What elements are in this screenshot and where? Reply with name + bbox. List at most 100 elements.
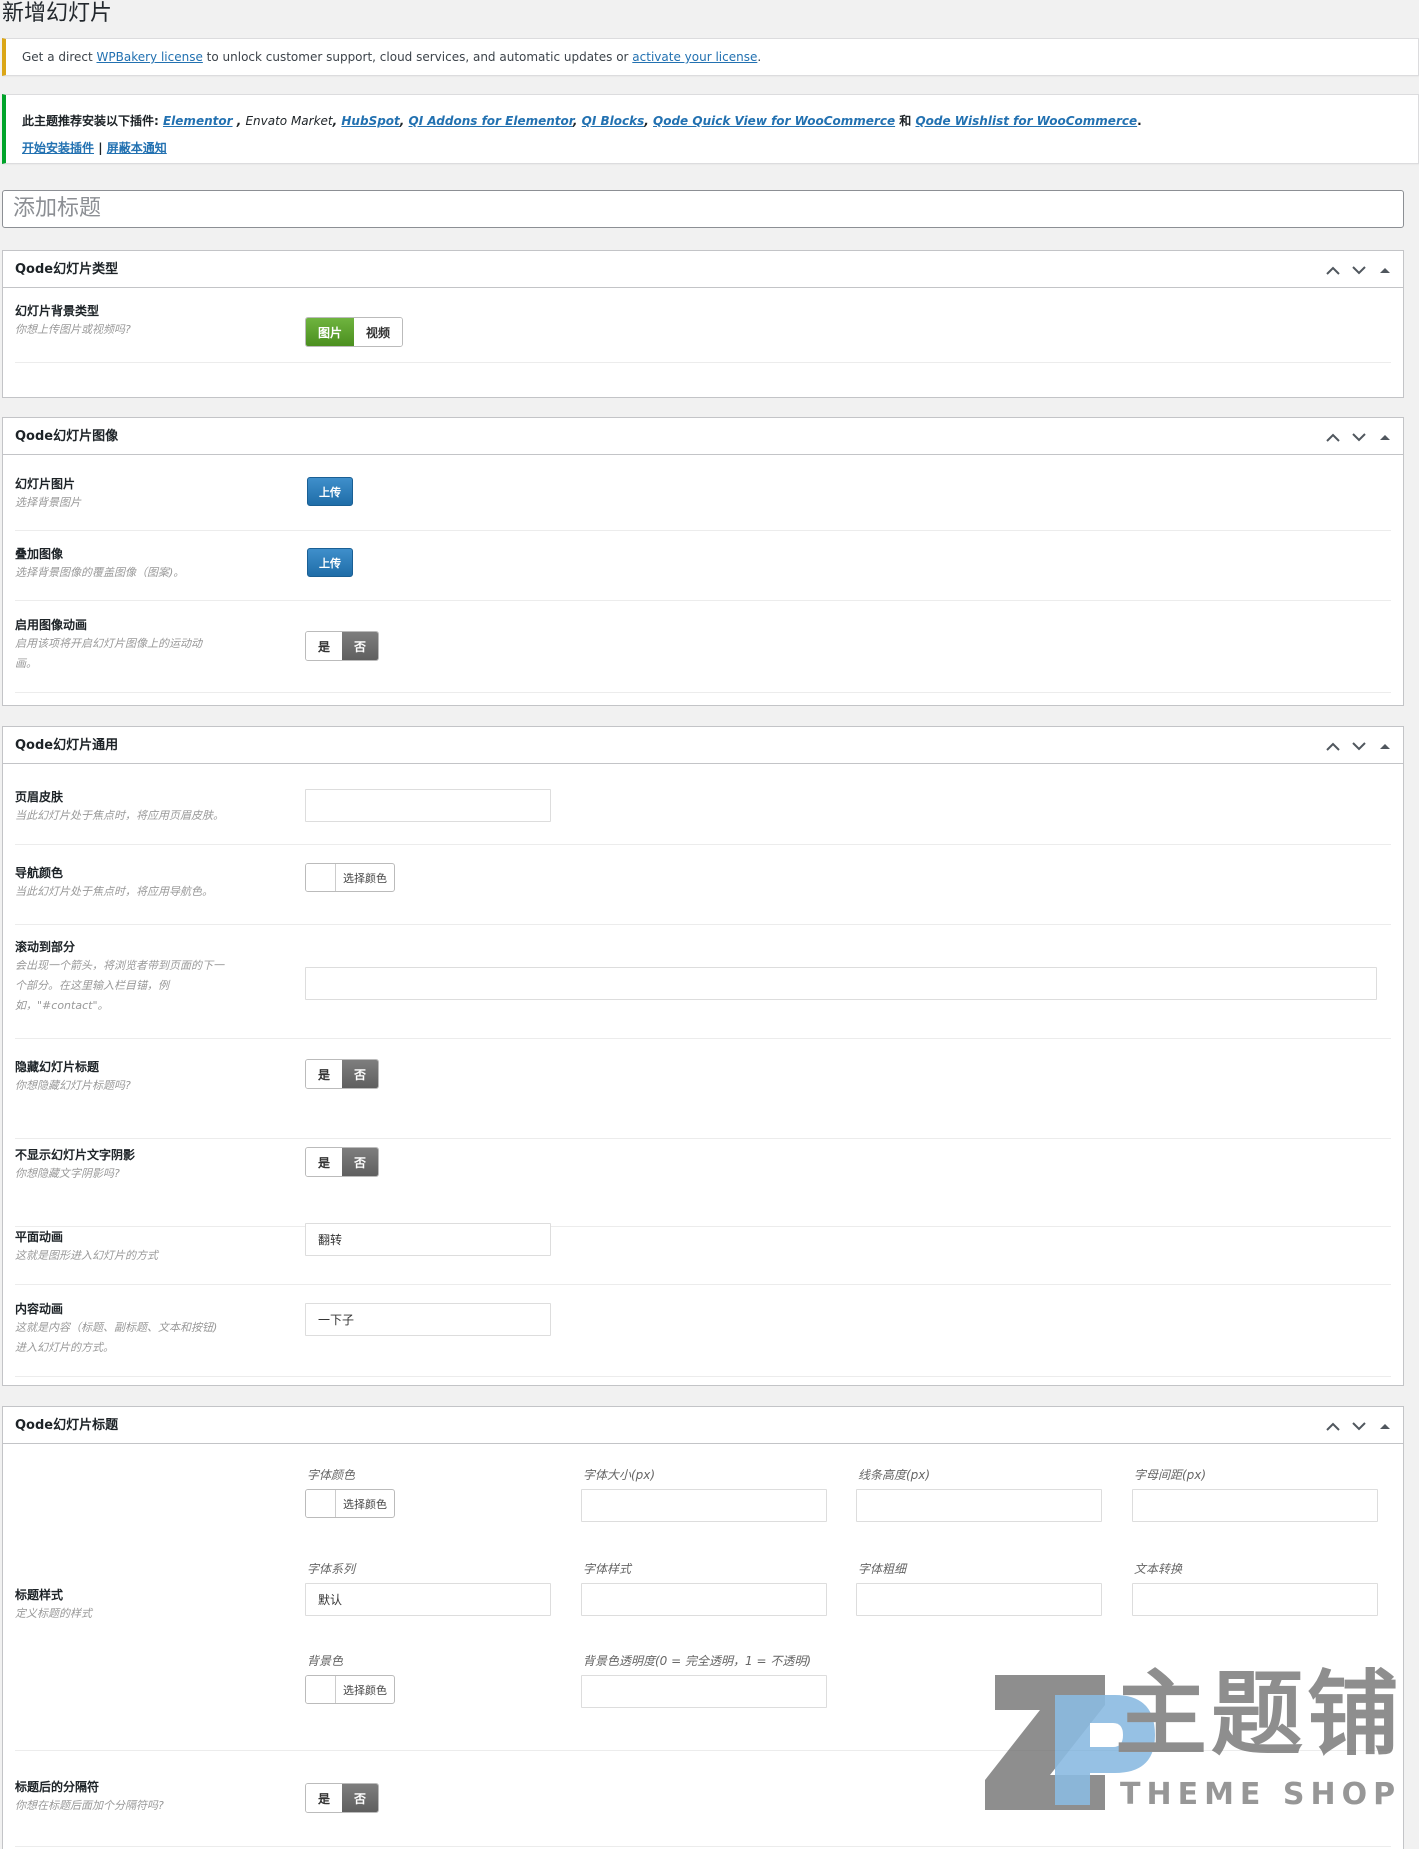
plugin-link-quick-view[interactable]: Qode Quick View for WooCommerce xyxy=(653,114,895,128)
image-animation-toggle: 是 否 xyxy=(305,631,380,661)
title-bg-opacity-input[interactable] xyxy=(581,1675,827,1708)
toggle-no[interactable]: 否 xyxy=(342,1148,379,1176)
option-title: 不显示幻灯片文字阴影 xyxy=(15,1148,136,1162)
toggle-yes[interactable]: 是 xyxy=(306,632,343,660)
color-swatch xyxy=(306,864,336,891)
option-row: 不显示幻灯片文字阴影 你想隐藏文字阴影吗? 是 否 xyxy=(15,1147,1391,1227)
box-controls xyxy=(1323,427,1395,447)
option-desc: 你想隐藏文字阴影吗? xyxy=(15,1167,120,1180)
option-label: 幻灯片背景类型 你想上传图片或视频吗? xyxy=(15,303,265,340)
nav-color-picker[interactable]: 选择颜色 xyxy=(305,863,395,892)
option-label: 不显示幻灯片文字阴影 你想隐藏文字阴影吗? xyxy=(15,1147,265,1184)
choose-color-label: 选择颜色 xyxy=(343,1683,387,1697)
move-up-icon[interactable] xyxy=(1323,736,1343,756)
watermark-brand: 主题铺 xyxy=(1115,1661,1404,1768)
wpbakery-license-link[interactable]: WPBakery license xyxy=(97,50,203,64)
box-header[interactable]: Qode幻灯片类型 xyxy=(3,251,1403,288)
option-title: 叠加图像 xyxy=(15,547,64,561)
box-controls xyxy=(1323,1416,1395,1436)
option-title: 标题样式 xyxy=(15,1588,64,1602)
box-header[interactable]: Qode幻灯片通用 xyxy=(3,727,1403,764)
install-plugins-link[interactable]: 开始安装插件 xyxy=(22,141,94,155)
slide-general-box: Qode幻灯片通用 页眉皮肤 当此幻灯片处于焦点时，将应用页眉皮肤。 导航颜色 … xyxy=(2,726,1404,1386)
text-transform-label: 文本转换 xyxy=(1134,1562,1183,1576)
plugin-link-wishlist[interactable]: Qode Wishlist for WooCommerce xyxy=(915,114,1137,128)
toggle-panel-icon[interactable] xyxy=(1375,1416,1395,1436)
title-line-height-input[interactable] xyxy=(856,1489,1102,1522)
option-label: 滚动到部分 会出现一个箭头，将浏览者带到页面的下一 个部分。在这里输入栏目锚，例… xyxy=(15,939,265,1016)
title-font-family-select[interactable]: 默认 xyxy=(305,1583,551,1616)
option-desc: 你想在标题后面加个分隔符吗? xyxy=(15,1799,164,1812)
option-desc: 当此幻灯片处于焦点时，将应用页眉皮肤。 xyxy=(15,809,224,822)
post-title-input[interactable]: 添加标题 xyxy=(2,190,1404,228)
move-down-icon[interactable] xyxy=(1349,1416,1369,1436)
overlay-image-upload-button[interactable]: 上传 xyxy=(307,548,353,577)
plugin-link-elementor[interactable]: Elementor xyxy=(163,114,233,128)
scroll-to-section-input[interactable] xyxy=(305,967,1377,1000)
title-letter-spacing-input[interactable] xyxy=(1132,1489,1378,1522)
option-desc: 个部分。在这里输入栏目锚，例 xyxy=(15,979,169,992)
bg-type-video-option[interactable]: 视频 xyxy=(354,318,403,346)
title-font-style-select[interactable] xyxy=(581,1583,827,1616)
license-suffix: . xyxy=(757,50,762,64)
title-font-size-input[interactable] xyxy=(581,1489,827,1522)
activate-license-link[interactable]: activate your license xyxy=(632,50,757,64)
title-bg-color-picker[interactable]: 选择颜色 xyxy=(305,1675,395,1704)
box-header[interactable]: Qode幻灯片标题 xyxy=(3,1407,1403,1444)
title-font-color-picker[interactable]: 选择颜色 xyxy=(305,1489,395,1518)
plugin-link-qi-blocks[interactable]: QI Blocks xyxy=(582,114,645,128)
header-skin-select[interactable] xyxy=(305,789,551,822)
slide-image-upload-button[interactable]: 上传 xyxy=(307,477,353,506)
license-notice: Get a direct WPBakery license to unlock … xyxy=(2,38,1419,76)
toggle-no[interactable]: 否 xyxy=(342,632,379,660)
dismiss-notice-link[interactable]: 屏蔽本通知 xyxy=(107,141,167,155)
move-up-icon[interactable] xyxy=(1323,1416,1343,1436)
toggle-yes[interactable]: 是 xyxy=(306,1060,343,1088)
content-animation-select[interactable]: 一下子 xyxy=(305,1303,551,1336)
font-color-label: 字体颜色 xyxy=(307,1468,356,1482)
option-label: 页眉皮肤 当此幻灯片处于焦点时，将应用页眉皮肤。 xyxy=(15,789,265,826)
plugin-sep: , xyxy=(572,114,582,128)
bg-opacity-label: 背景色透明度(0 = 完全透明，1 = 不透明) xyxy=(583,1654,812,1668)
toggle-no[interactable]: 否 xyxy=(342,1060,379,1088)
option-desc: 当此幻灯片处于焦点时，将应用导航色。 xyxy=(15,885,213,898)
theme-shop-watermark: 主题铺 THEME SHOP xyxy=(955,1655,1405,1825)
box-header[interactable]: Qode幻灯片图像 xyxy=(3,418,1403,455)
text-shadow-toggle: 是 否 xyxy=(305,1147,380,1177)
graphic-animation-select[interactable]: 翻转 xyxy=(305,1223,551,1256)
plugin-and: 和 xyxy=(895,114,916,128)
font-family-label: 字体系列 xyxy=(307,1562,356,1576)
option-desc: 选择背景图像的覆盖图像（图案)。 xyxy=(15,566,185,579)
option-desc: 会出现一个箭头，将浏览者带到页面的下一 xyxy=(15,959,224,972)
move-down-icon[interactable] xyxy=(1349,260,1369,280)
plugins-prefix: 此主题推荐安装以下插件: xyxy=(22,114,163,128)
license-prefix: Get a direct xyxy=(22,50,97,64)
toggle-panel-icon[interactable] xyxy=(1375,736,1395,756)
plugin-link-qi-addons[interactable]: QI Addons for Elementor xyxy=(409,114,573,128)
move-down-icon[interactable] xyxy=(1349,427,1369,447)
plugin-link-hubspot[interactable]: HubSpot xyxy=(341,114,399,128)
plugin-sep: , xyxy=(644,114,654,128)
option-row: 幻灯片图片 选择背景图片 上传 xyxy=(15,476,1391,531)
option-label: 导航颜色 当此幻灯片处于焦点时，将应用导航色。 xyxy=(15,865,265,902)
toggle-panel-icon[interactable] xyxy=(1375,427,1395,447)
option-row: 滚动到部分 会出现一个箭头，将浏览者带到页面的下一 个部分。在这里输入栏目锚，例… xyxy=(15,939,1391,1039)
bg-type-image-option[interactable]: 图片 xyxy=(306,318,355,346)
move-up-icon[interactable] xyxy=(1323,260,1343,280)
plugin-end: . xyxy=(1137,114,1142,128)
title-text-transform-select[interactable] xyxy=(1132,1583,1378,1616)
toggle-yes[interactable]: 是 xyxy=(306,1148,343,1176)
toggle-no[interactable]: 否 xyxy=(342,1784,379,1812)
title-font-weight-select[interactable] xyxy=(856,1583,1102,1616)
box-controls xyxy=(1323,260,1395,280)
move-up-icon[interactable] xyxy=(1323,427,1343,447)
move-down-icon[interactable] xyxy=(1349,736,1369,756)
option-label: 标题样式 定义标题的样式 xyxy=(15,1587,265,1624)
toggle-yes[interactable]: 是 xyxy=(306,1784,343,1812)
toggle-panel-icon[interactable] xyxy=(1375,260,1395,280)
bg-type-toggle: 图片 视频 xyxy=(305,317,404,347)
option-label: 启用图像动画 启用该项将开启幻灯片图像上的运动动 画。 xyxy=(15,617,265,674)
option-title: 标题后的分隔符 xyxy=(15,1780,100,1794)
option-desc: 画。 xyxy=(15,657,37,670)
option-title: 导航颜色 xyxy=(15,866,64,880)
